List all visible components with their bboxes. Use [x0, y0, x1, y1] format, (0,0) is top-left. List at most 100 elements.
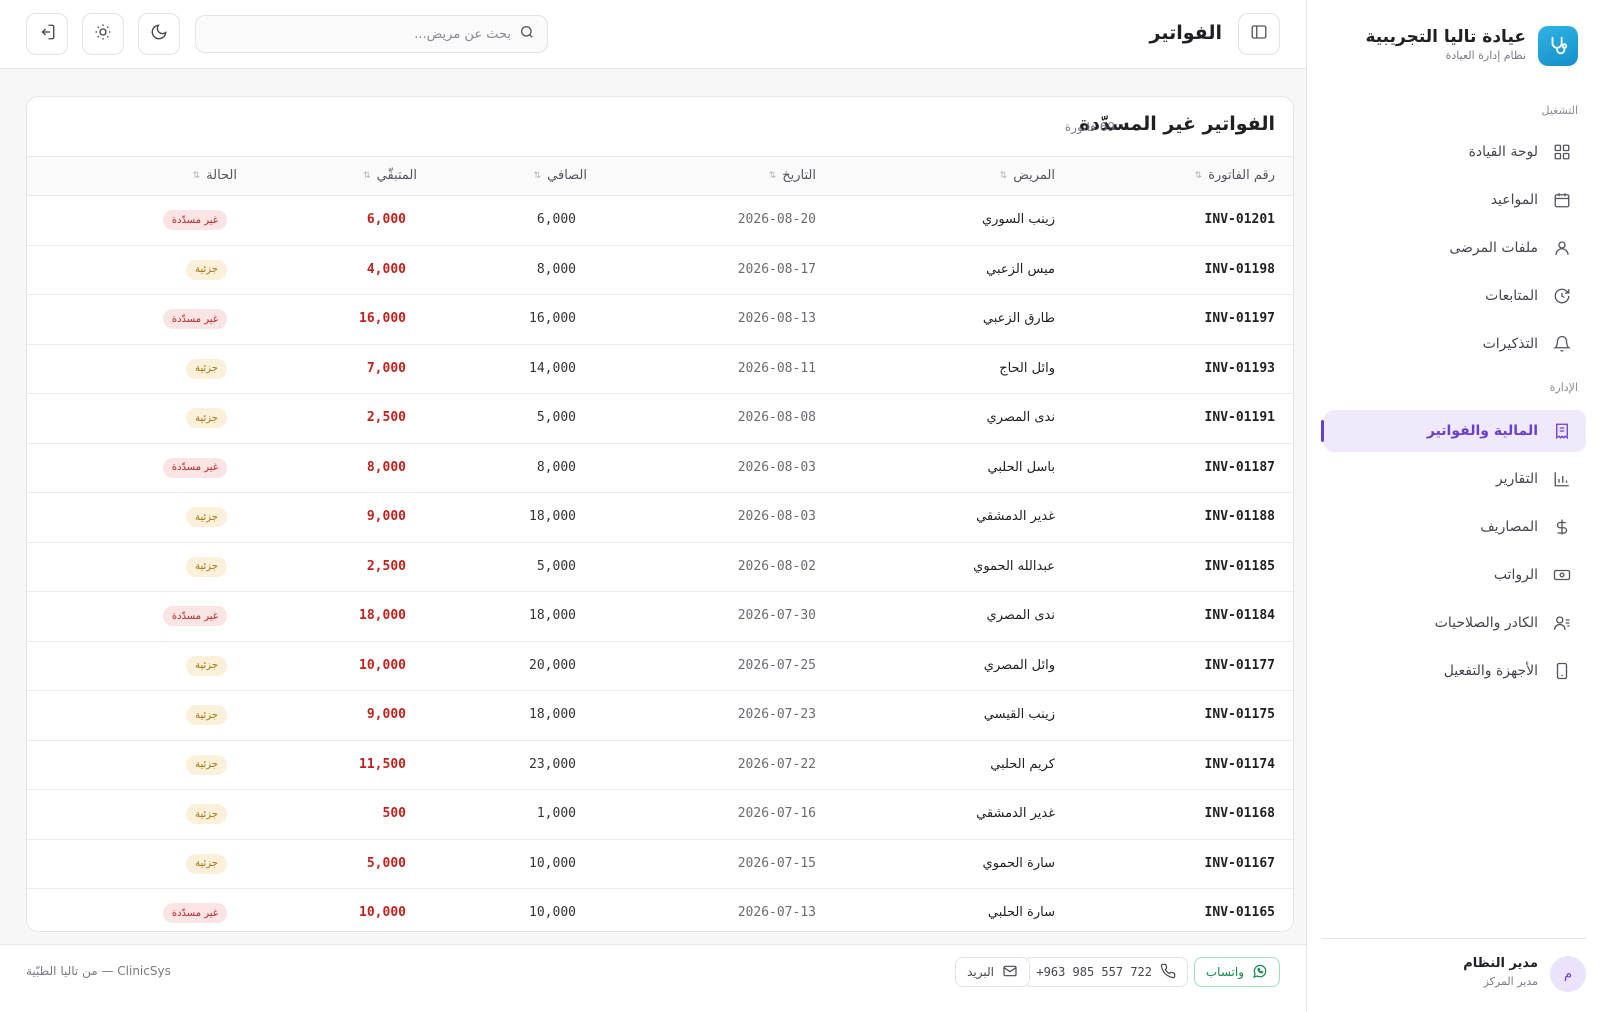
column-header-invoice[interactable]: رقم الفاتورة ⇅: [1195, 168, 1275, 183]
sidebar-toggle-button[interactable]: [1238, 13, 1280, 55]
sort-icon: ⇅: [999, 170, 1008, 181]
users-icon: [1552, 613, 1572, 633]
sidebar-item-dashboard[interactable]: لوحة القيادة: [1324, 131, 1586, 173]
user-profile[interactable]: م مدير النظام مدير المركز: [1321, 954, 1586, 994]
table-row[interactable]: INV-01175 زينب القيسي 2026-07-23 18,000 9,00…: [27, 691, 1293, 741]
table-row[interactable]: INV-01165 سارة الحلبي 2026-07-13 10,000 10,0…: [27, 889, 1293, 931]
net-amount: 18,000: [529, 509, 576, 524]
sidebar-item-appointments[interactable]: المواعيد: [1324, 179, 1586, 221]
invoice-date: 2026-08-17: [737, 261, 816, 277]
invoice-table-body: INV-01201 زينب السوري 2026-08-20 6,000 6,000…: [27, 196, 1293, 931]
logout-button[interactable]: [26, 13, 68, 55]
phone-button[interactable]: +963 985 557 722: [1024, 957, 1188, 987]
net-amount: 18,000: [529, 608, 576, 623]
table-row[interactable]: INV-01168 غدير الدمشقي 2026-07-16 1,000 500 ج…: [27, 790, 1293, 840]
table-row[interactable]: INV-01201 زينب السوري 2026-08-20 6,000 6,000…: [27, 196, 1293, 246]
status-badge: غير مسدّدة: [162, 457, 227, 478]
invoice-date: 2026-07-23: [737, 707, 816, 722]
invoice-date: 2026-07-25: [737, 657, 816, 673]
table-row[interactable]: INV-01188 غدير الدمشقي 2026-08-03 18,000 9,0…: [27, 493, 1293, 543]
table-row[interactable]: INV-01198 ميس الزعبي 2026-08-17 8,000 4,000 ج…: [27, 246, 1293, 295]
invoice-count: 69 فاتورة: [1064, 120, 1115, 134]
sidebar-item-reminders[interactable]: التذكيرات: [1324, 323, 1586, 365]
sort-icon: ⇅: [192, 170, 201, 181]
sidebar-item-devices[interactable]: الأجهزة والتفعيل: [1324, 650, 1586, 692]
remaining-amount: 16,000: [359, 311, 406, 326]
remaining-amount: 10,000: [359, 905, 406, 920]
sidebar-item-staff[interactable]: الكادر والصلاحيات: [1324, 602, 1586, 644]
sidebar-item-finance[interactable]: المالية والفواتير: [1321, 410, 1586, 452]
refresh-icon: [1552, 286, 1572, 306]
table-row[interactable]: INV-01167 سارة الحموي 2026-07-15 10,000 5,00…: [27, 840, 1293, 889]
net-amount: 5,000: [536, 558, 576, 574]
calendar-icon: [1552, 190, 1572, 210]
brand: عيادة تاليا التجريبية نظام إدارة العيادة: [1327, 24, 1578, 68]
remaining-amount: 11,500: [359, 756, 406, 772]
remaining-amount: 2,500: [366, 558, 406, 574]
patient-name: باسل الحلبي: [987, 459, 1055, 475]
sidebar-item-salaries[interactable]: الرواتب: [1324, 554, 1586, 596]
sidebar-divider: [1321, 938, 1586, 939]
invoice-date: 2026-07-22: [737, 756, 816, 772]
dark-mode-button[interactable]: [138, 13, 180, 55]
sidebar-item-expenses[interactable]: المصاريف: [1324, 506, 1586, 548]
sun-icon: [94, 23, 112, 45]
search-input[interactable]: [208, 26, 511, 42]
column-header-date[interactable]: التاريخ ⇅: [769, 168, 816, 183]
status-badge: غير مسدّدة: [162, 210, 227, 230]
net-amount: 20,000: [529, 657, 576, 673]
column-header-remaining[interactable]: المتبقّي ⇅: [363, 168, 417, 183]
table-header: رقم الفاتورة ⇅ المريض ⇅ التاريخ ⇅ الصافي ⇅ ا…: [27, 156, 1293, 196]
invoice-date: 2026-07-16: [737, 806, 816, 821]
table-row[interactable]: INV-01187 باسل الحلبي 2026-08-03 8,000 8,000…: [27, 444, 1293, 493]
status-badge: جزئية: [186, 754, 227, 775]
net-amount: 6,000: [536, 212, 576, 227]
table-row[interactable]: INV-01197 طارق الزعبي 2026-08-13 16,000 16,0…: [27, 295, 1293, 345]
whatsapp-button[interactable]: واتساب: [1193, 957, 1280, 987]
status-badge: غير مسدّدة: [162, 606, 227, 626]
sidebar: عيادة تاليا التجريبية نظام إدارة العيادة…: [1306, 0, 1600, 1012]
invoice-date: 2026-08-02: [737, 558, 816, 574]
status-badge: جزئية: [186, 853, 227, 874]
sidebar-item-label: المصاريف: [1480, 519, 1538, 535]
table-row[interactable]: INV-01185 عبدالله الحموي 2026-08-02 5,000 2,…: [27, 543, 1293, 592]
table-row[interactable]: INV-01174 كريم الحلبي 2026-07-22 23,000 11,5…: [27, 741, 1293, 790]
copyright-text: ClinicSys — من تاليا الطبّية: [26, 964, 171, 978]
status-badge: جزئية: [186, 804, 227, 824]
header: الفواتير: [0, 0, 1306, 69]
table-row[interactable]: INV-01191 ندى المصري 2026-08-08 5,000 2,500 ج…: [27, 394, 1293, 444]
whatsapp-icon: [1252, 963, 1268, 982]
invoice-date: 2026-07-30: [737, 608, 816, 623]
patient-name: ندى المصري: [986, 608, 1055, 623]
column-header-patient[interactable]: المريض ⇅: [1000, 168, 1055, 183]
net-amount: 14,000: [529, 360, 576, 376]
sidebar-item-patients[interactable]: ملفات المرضى: [1324, 227, 1586, 269]
patient-name: زينب السوري: [981, 212, 1055, 227]
remaining-amount: 2,500: [366, 410, 406, 425]
dashboard-icon: [1552, 142, 1572, 162]
table-row[interactable]: INV-01177 وائل المصري 2026-07-25 20,000 10,0…: [27, 642, 1293, 691]
unpaid-invoices-card: الفواتير غير المسدّدة 69 فاتورة رقم الفا…: [26, 96, 1294, 932]
light-mode-button[interactable]: [82, 13, 124, 55]
column-header-net[interactable]: الصافي ⇅: [534, 168, 587, 183]
net-amount: 5,000: [536, 410, 576, 425]
invoice-number: INV-01191: [1204, 410, 1275, 425]
table-row[interactable]: INV-01184 ندى المصري 2026-07-30 18,000 18,00…: [27, 592, 1293, 642]
invoice-number: INV-01184: [1204, 608, 1275, 623]
sidebar-item-reports[interactable]: التقارير: [1324, 458, 1586, 500]
invoice-number: INV-01188: [1204, 509, 1275, 524]
patient-name: زينب القيسي: [983, 707, 1055, 722]
table-row[interactable]: INV-01193 وائل الحاج 2026-08-11 14,000 7,000…: [27, 345, 1293, 394]
whatsapp-label: واتساب: [1205, 965, 1244, 979]
invoice-number: INV-01174: [1204, 756, 1275, 772]
remaining-amount: 4,000: [366, 261, 406, 277]
email-button[interactable]: البريد: [955, 957, 1030, 987]
sidebar-item-followups[interactable]: المتابعات: [1324, 275, 1586, 317]
remaining-amount: 8,000: [366, 459, 406, 475]
net-amount: 16,000: [529, 311, 576, 326]
receipt-icon: [1552, 421, 1572, 441]
net-amount: 1,000: [536, 806, 576, 821]
dollar-icon: [1552, 517, 1572, 537]
column-header-status[interactable]: الحالة ⇅: [193, 168, 237, 183]
section-label-operations: التشغيل: [1541, 104, 1579, 117]
